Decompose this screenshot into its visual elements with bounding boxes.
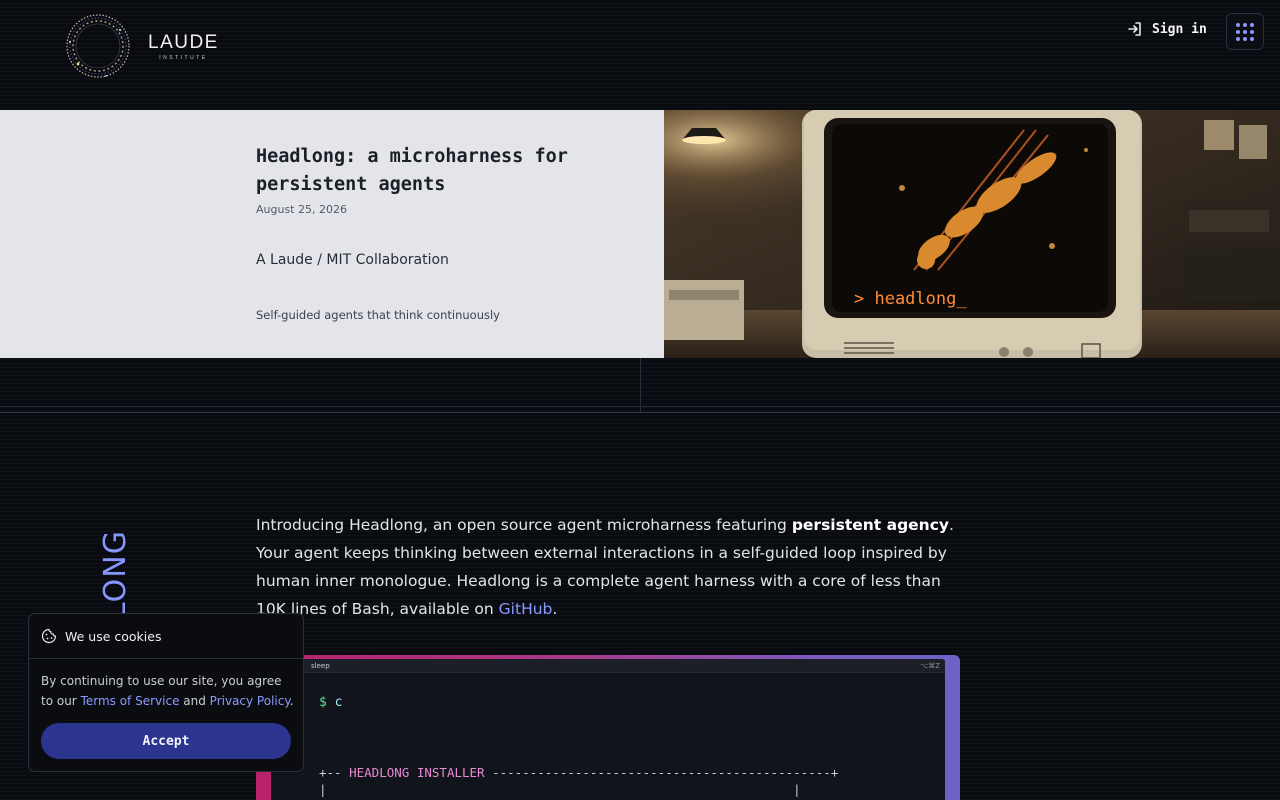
grid-icon xyxy=(1236,22,1254,41)
github-link[interactable]: GitHub xyxy=(499,600,553,618)
cookie-title: We use cookies xyxy=(65,628,162,644)
logo-wordmark: LAUDE xyxy=(148,31,219,53)
sign-in-icon xyxy=(1128,22,1141,36)
site-header: LAUDE INSTITUTE Sign in xyxy=(0,0,1280,110)
terminal-title: sleep xyxy=(311,661,330,670)
hero-panel: Headlong: a microharness for persistent … xyxy=(0,110,664,358)
prompt-symbol: $ xyxy=(319,695,327,710)
terminal-window: sleep ⌥⌘Z $ c +-- HEADLONG INSTALLER ---… xyxy=(271,659,945,800)
intro-emphasis: persistent agency xyxy=(791,516,950,534)
intro-paragraph: Introducing Headlong, an open source age… xyxy=(256,511,956,623)
screen-text: > headlong_ xyxy=(854,289,967,309)
hero-tagline: Self-guided agents that think continuous… xyxy=(256,308,500,322)
terminal-titlebar: sleep ⌥⌘Z xyxy=(271,659,945,673)
intro-text: Introducing Headlong, an open source age… xyxy=(256,516,792,534)
sign-in-label: Sign in xyxy=(1152,21,1207,37)
apps-menu-button[interactable] xyxy=(1226,13,1264,50)
collaboration-label: A Laude / MIT Collaboration xyxy=(256,252,449,268)
accept-cookies-button[interactable]: Accept xyxy=(41,723,291,759)
sign-in-button[interactable]: Sign in xyxy=(1126,20,1207,38)
page-title: Headlong: a microharness for persistent … xyxy=(256,146,568,195)
logo-ring-icon xyxy=(66,14,130,78)
side-heading-text: HEADLONG xyxy=(98,530,133,620)
logo-subtitle: INSTITUTE xyxy=(159,54,208,61)
cookie-icon xyxy=(41,628,57,644)
terminal-prompt: $ c xyxy=(319,695,342,710)
divider xyxy=(640,358,641,413)
intro-text: . xyxy=(552,600,558,618)
installer-banner: +-- HEADLONG INSTALLER -----------------… xyxy=(319,765,839,780)
cookie-text: By continuing to use our site, you agree… xyxy=(41,674,294,708)
divider xyxy=(0,412,1280,413)
terms-link[interactable]: Terms of Service xyxy=(81,694,180,708)
side-heading: HEADLONG xyxy=(96,530,136,620)
cookie-banner: We use cookies By continuing to use our … xyxy=(28,613,304,772)
divider xyxy=(0,406,1280,407)
prompt-command: c xyxy=(334,695,343,710)
installer-label: HEADLONG INSTALLER xyxy=(349,765,485,780)
hero-image: > headlong_ xyxy=(664,110,1280,358)
terminal-shortcut-hint: ⌥⌘Z xyxy=(920,661,940,670)
installer-border: | | xyxy=(319,782,801,797)
laude-logo[interactable]: LAUDE INSTITUTE xyxy=(62,12,219,80)
cookie-header: We use cookies xyxy=(29,614,303,659)
publish-date: August 25, 2026 xyxy=(256,203,347,216)
privacy-link[interactable]: Privacy Policy xyxy=(210,694,290,708)
